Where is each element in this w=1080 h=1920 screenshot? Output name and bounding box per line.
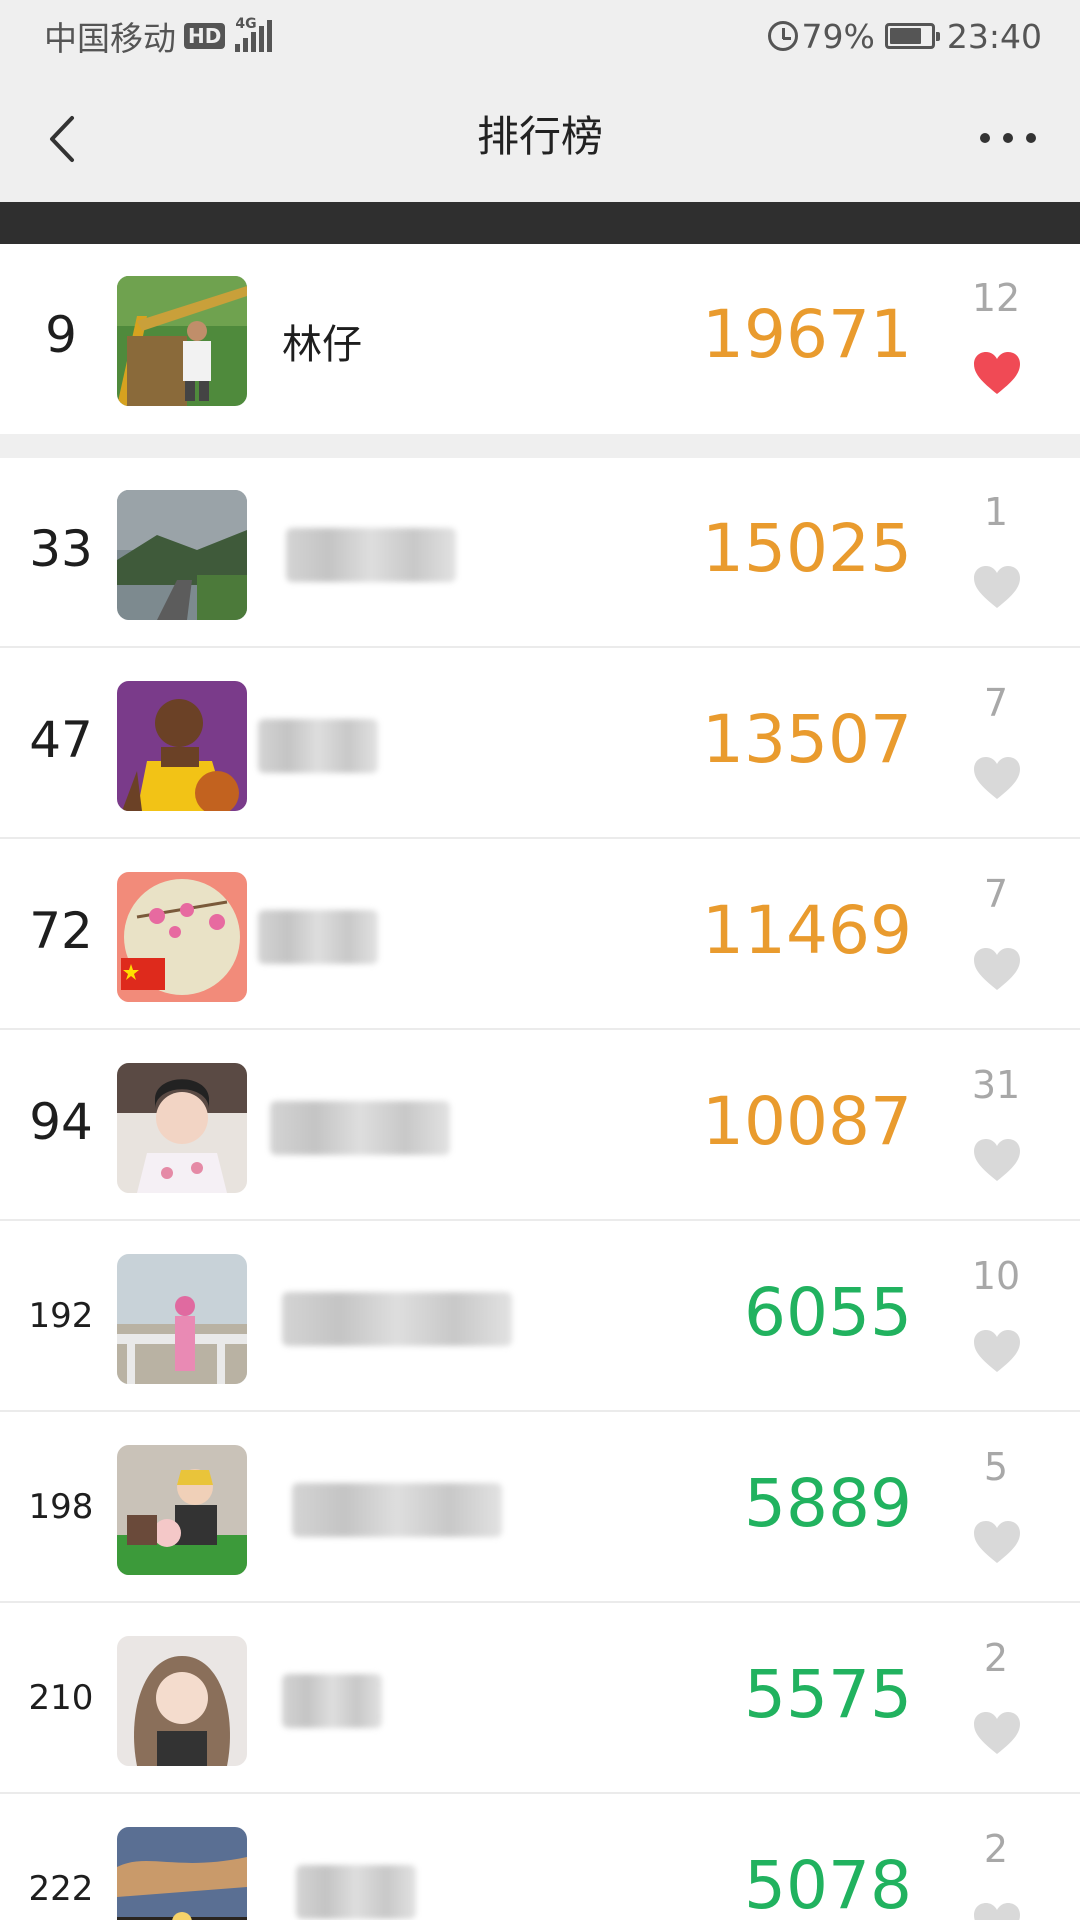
hidden-name-blur: [270, 1101, 450, 1155]
network-type: 4G: [235, 16, 257, 32]
heart-icon[interactable]: [972, 1137, 1022, 1183]
avatar[interactable]: [117, 490, 247, 620]
status-left: 中国移动 HD 4G: [44, 14, 275, 58]
step-count: 5889: [744, 1465, 912, 1542]
heart-icon[interactable]: [972, 755, 1022, 801]
rank-number: 198: [28, 1487, 94, 1527]
clock: 23:40: [946, 16, 1042, 56]
battery-percent: 79%: [801, 16, 875, 56]
row-divider: [0, 1028, 1080, 1030]
heart-icon[interactable]: [972, 350, 1022, 396]
row-divider: [0, 1219, 1080, 1221]
ranking-row[interactable]: 210 5575 2: [0, 1604, 1080, 1794]
like-count: 2: [983, 1827, 1009, 1871]
row-divider: [0, 837, 1080, 839]
step-count: 19671: [702, 296, 912, 373]
avatar[interactable]: [117, 872, 247, 1002]
ranking-row[interactable]: 47 13507 7: [0, 649, 1080, 839]
step-count: 6055: [744, 1274, 912, 1351]
avatar[interactable]: [117, 1827, 247, 1920]
rank-number: 94: [29, 1093, 93, 1151]
step-count: 11469: [702, 892, 912, 969]
user-name: 林仔: [282, 322, 362, 368]
avatar[interactable]: [117, 1445, 247, 1575]
row-divider: [0, 646, 1080, 648]
rank-number: 210: [28, 1678, 94, 1718]
like-count: 5: [983, 1445, 1009, 1489]
rank-number: 9: [45, 306, 77, 364]
chevron-left-icon[interactable]: [42, 114, 92, 164]
status-bar: 中国移动 HD 4G 79% 23:40: [0, 0, 1080, 72]
like-count: 31: [971, 1063, 1021, 1107]
avatar[interactable]: [117, 276, 247, 406]
like-count: 10: [971, 1254, 1021, 1298]
step-count: 5575: [744, 1656, 912, 1733]
carrier-name: 中国移动: [44, 19, 176, 58]
step-count: 10087: [702, 1083, 912, 1160]
hidden-name-blur: [282, 1674, 382, 1728]
heart-icon[interactable]: [972, 1710, 1022, 1756]
ranking-row[interactable]: 94 10087 31: [0, 1031, 1080, 1221]
rank-number: 192: [28, 1296, 94, 1336]
avatar[interactable]: [117, 1063, 247, 1193]
avatar[interactable]: [117, 1254, 247, 1384]
like-count: 12: [971, 276, 1021, 320]
hidden-name-blur: [282, 1292, 512, 1346]
heart-icon[interactable]: [972, 946, 1022, 992]
hidden-name-blur: [292, 1483, 502, 1537]
rank-number: 72: [29, 902, 93, 960]
like-count: 2: [983, 1636, 1009, 1680]
like-count: 1: [983, 490, 1009, 534]
alarm-icon: [767, 21, 798, 51]
nav-bar: 排行榜: [0, 72, 1080, 202]
header-strip: [0, 202, 1080, 244]
row-divider: [0, 1410, 1080, 1412]
hidden-name-blur: [286, 528, 456, 582]
heart-icon[interactable]: [972, 1519, 1022, 1565]
hidden-name-blur: [258, 719, 378, 773]
like-count: 7: [983, 872, 1009, 916]
step-count: 15025: [702, 510, 912, 587]
row-divider: [0, 1601, 1080, 1603]
more-dots-icon[interactable]: [980, 128, 1036, 148]
ranking-row[interactable]: 198 5889 5: [0, 1413, 1080, 1603]
ranking-row[interactable]: 72 11469 7: [0, 840, 1080, 1030]
hidden-name-blur: [296, 1865, 416, 1919]
avatar[interactable]: [117, 1636, 247, 1766]
row-divider: [0, 1792, 1080, 1794]
my-rank-row[interactable]: 9 林仔 19671 12: [0, 244, 1080, 434]
hd-badge: HD: [184, 23, 226, 49]
battery-icon: [884, 23, 940, 49]
heart-icon[interactable]: [972, 1901, 1022, 1920]
ranking-row[interactable]: 192 6055 10: [0, 1222, 1080, 1412]
rank-number: 47: [29, 711, 93, 769]
rank-number: 222: [28, 1869, 94, 1909]
like-count: 7: [983, 681, 1009, 725]
rank-number: 33: [29, 520, 93, 578]
signal-icon: 4G: [235, 16, 275, 52]
ranking-row[interactable]: 33 15025 1: [0, 458, 1080, 648]
step-count: 5078: [744, 1847, 912, 1920]
step-count: 13507: [702, 701, 912, 778]
ranking-row[interactable]: 222 5078 2: [0, 1795, 1080, 1920]
page-title: 排行榜: [476, 112, 603, 161]
heart-icon[interactable]: [972, 1328, 1022, 1374]
avatar[interactable]: [117, 681, 247, 811]
hidden-name-blur: [258, 910, 378, 964]
section-gap: [0, 434, 1080, 458]
status-right: 79% 23:40: [767, 14, 1042, 58]
heart-icon[interactable]: [972, 564, 1022, 610]
